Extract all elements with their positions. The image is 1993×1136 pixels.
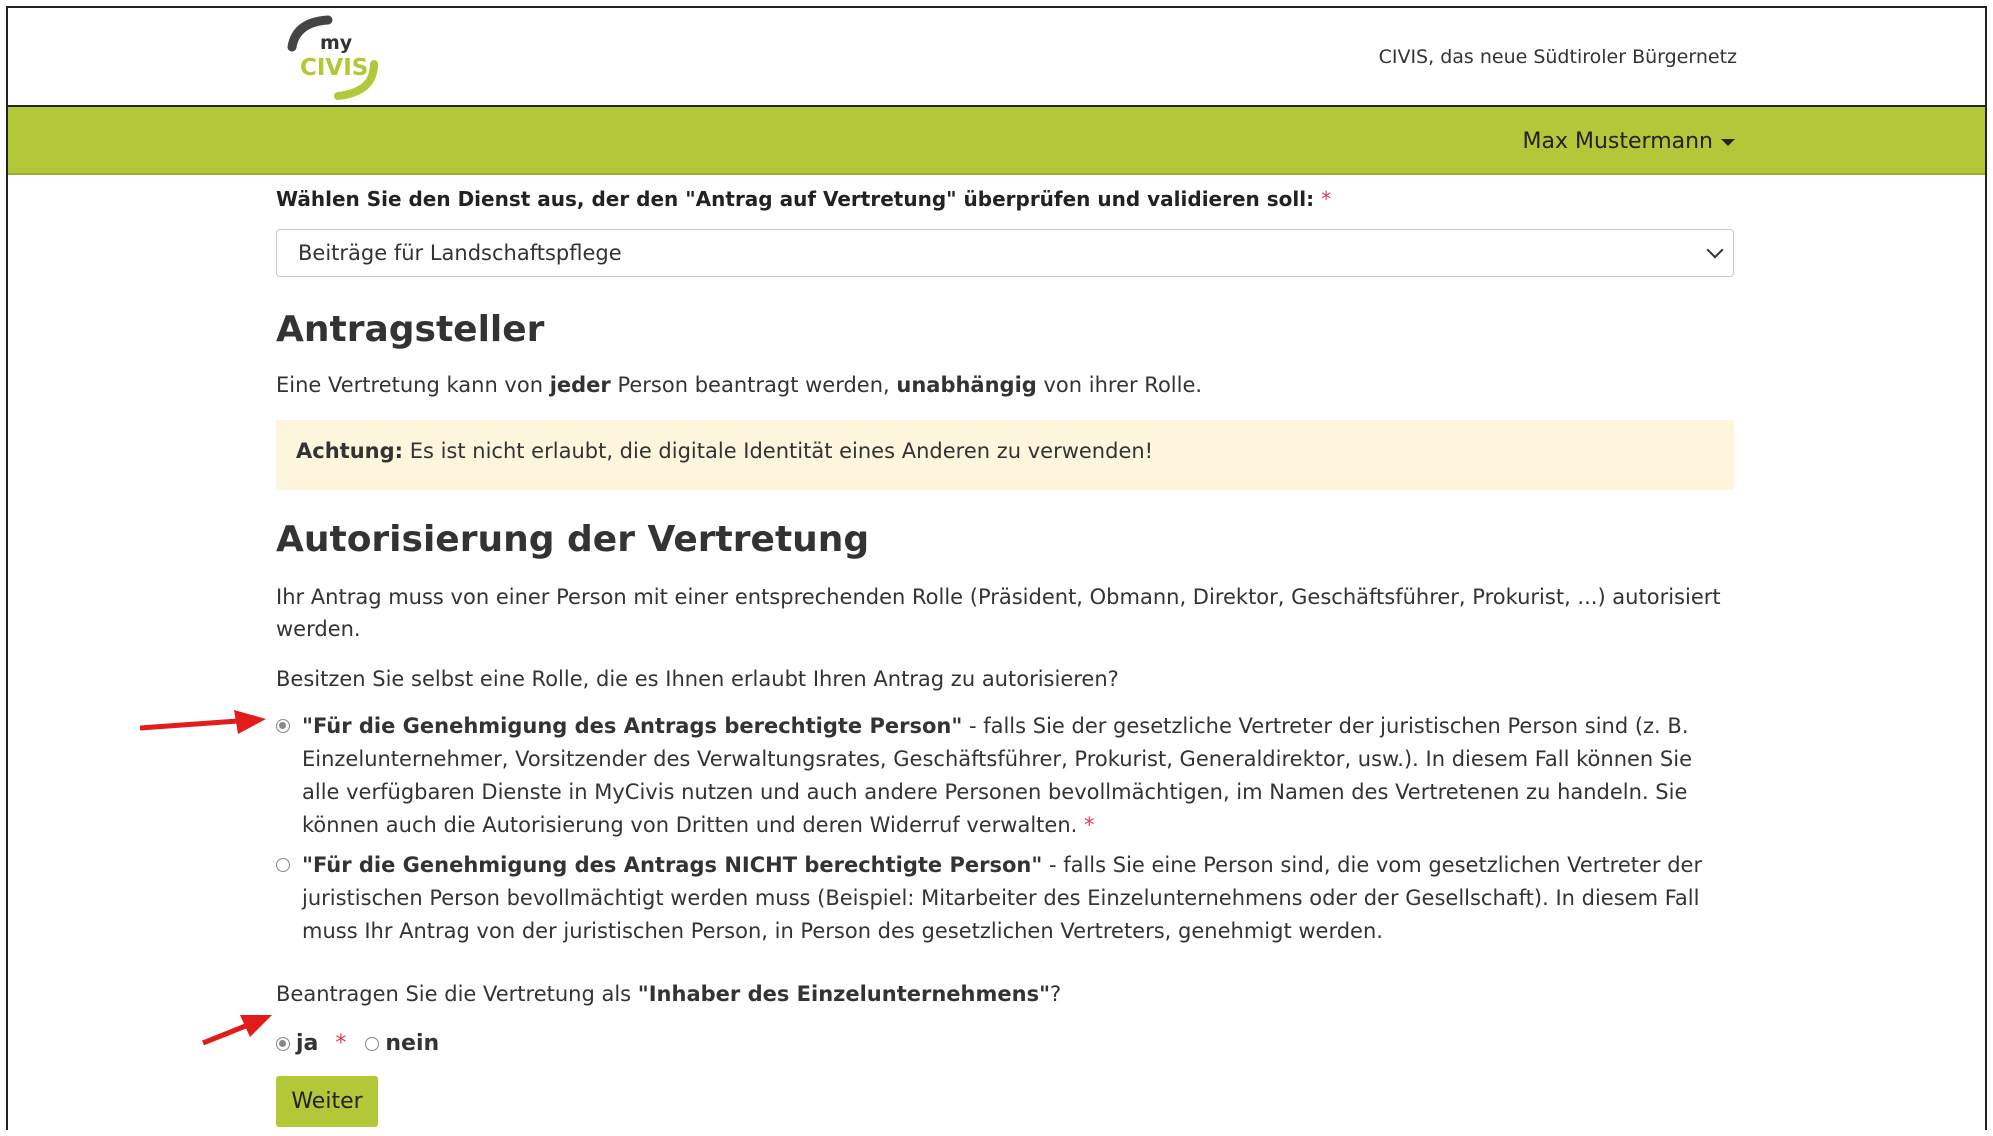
owner-radio-group: ja * nein	[276, 1028, 1736, 1060]
logo-civis-text: CIVIS	[300, 55, 368, 81]
applicant-bold-2: unabhängig	[896, 373, 1037, 397]
red-arrow-icon	[202, 1015, 272, 1046]
applicant-text-1: Eine Vertretung kann von	[276, 373, 550, 397]
no-label[interactable]: nein	[385, 1031, 439, 1056]
owner-question-text: Beantragen Sie die Vertretung als	[276, 982, 638, 1006]
authorization-question: Besitzen Sie selbst eine Rolle, die es I…	[276, 667, 1119, 691]
red-arrow-icon	[139, 710, 266, 734]
required-mark: *	[1084, 813, 1095, 837]
applicant-heading: Antragsteller	[276, 309, 545, 350]
option-authorized-title: "Für die Genehmigung des Antrags berecht…	[302, 714, 963, 738]
nav-bar: Max Mustermann	[8, 107, 1985, 175]
authorization-intro: Ihr Antrag muss von einer Person mit ein…	[276, 585, 1721, 641]
top-header: my CIVIS CIVIS, das neue Südtiroler Bürg…	[8, 8, 1985, 107]
header-tagline: CIVIS, das neue Südtiroler Bürgernetz	[1378, 46, 1737, 68]
radio-yes[interactable]	[276, 1037, 290, 1051]
owner-question-end: ?	[1050, 982, 1062, 1006]
user-menu[interactable]: Max Mustermann	[1523, 129, 1735, 154]
required-mark: *	[1321, 187, 1332, 211]
applicant-text: Eine Vertretung kann von jeder Person be…	[276, 369, 1736, 401]
option-not-authorized-text[interactable]: "Für die Genehmigung des Antrags NICHT b…	[302, 849, 1734, 948]
applicant-text-3: von ihrer Rolle.	[1036, 373, 1203, 397]
authorization-heading: Autorisierung der Vertretung	[276, 519, 870, 560]
alert-text: Es ist nicht erlaubt, die digitale Ident…	[403, 439, 1154, 463]
chevron-down-icon[interactable]	[1706, 241, 1724, 259]
warning-alert: Achtung: Es ist nicht erlaubt, die digit…	[276, 420, 1734, 490]
continue-button[interactable]: Weiter	[276, 1076, 378, 1127]
service-select-label: Wählen Sie den Dienst aus, der den "Antr…	[276, 187, 1331, 211]
applicant-text-2: Person beantragt werden,	[610, 373, 897, 397]
mycivis-logo[interactable]: my CIVIS	[278, 12, 398, 102]
radio-authorized[interactable]	[276, 719, 290, 733]
applicant-bold-1: jeder	[549, 373, 611, 397]
service-label-text: Wählen Sie den Dienst aus, der den "Antr…	[276, 187, 1315, 211]
service-select[interactable]: Beiträge für Landschaftspflege	[276, 229, 1734, 277]
caret-down-icon[interactable]	[1721, 138, 1735, 146]
radio-not-authorized[interactable]	[276, 858, 290, 872]
alert-label: Achtung:	[296, 439, 404, 463]
radio-no[interactable]	[365, 1037, 380, 1051]
user-name[interactable]: Max Mustermann	[1523, 129, 1713, 154]
service-selected-value[interactable]: Beiträge für Landschaftspflege	[298, 241, 622, 265]
browser-frame: my CIVIS CIVIS, das neue Südtiroler Bürg…	[6, 6, 1987, 1130]
owner-question: Beantragen Sie die Vertretung als "Inhab…	[276, 978, 1736, 1010]
option-not-authorized-title: "Für die Genehmigung des Antrags NICHT b…	[302, 853, 1043, 877]
logo-my-text: my	[320, 32, 353, 54]
owner-question-bold: "Inhaber des Einzelunternehmens"	[637, 982, 1051, 1006]
required-mark: *	[335, 1031, 347, 1056]
option-authorized-text[interactable]: "Für die Genehmigung des Antrags berecht…	[302, 710, 1734, 842]
yes-label[interactable]: ja	[296, 1031, 318, 1056]
